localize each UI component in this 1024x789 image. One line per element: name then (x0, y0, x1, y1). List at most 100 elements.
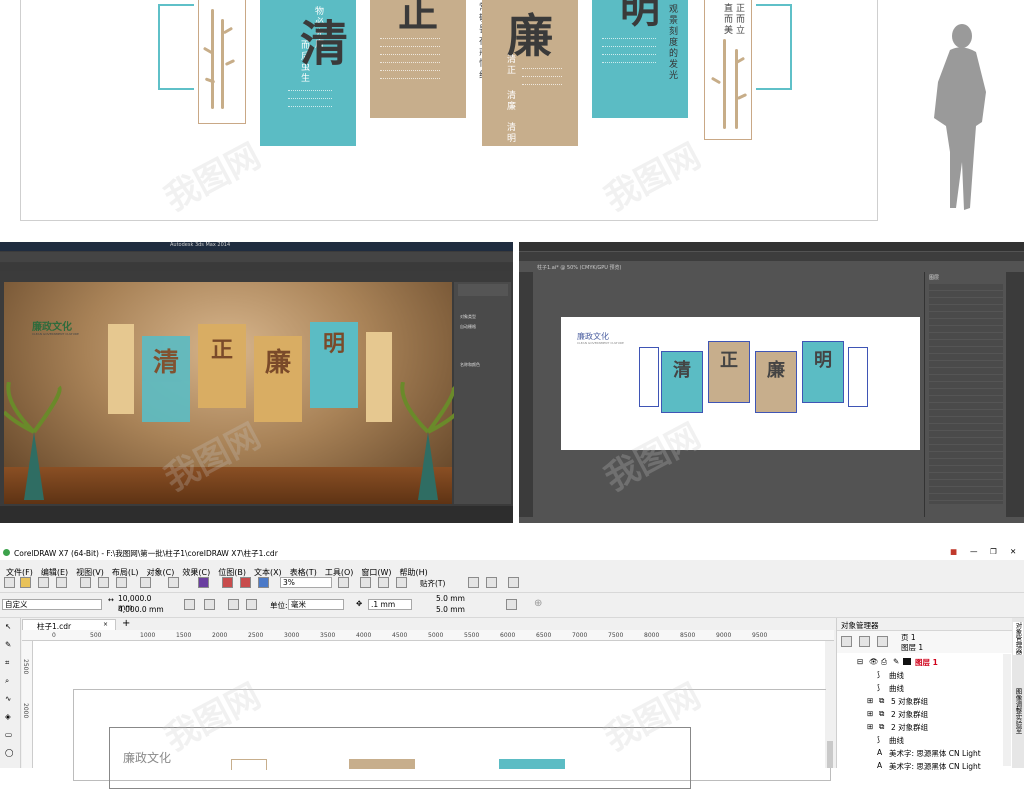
tree-item[interactable]: 2 对象群组 (891, 722, 928, 733)
char-qing: 清 (673, 360, 691, 381)
close-icon[interactable]: ✕ (1010, 547, 1016, 556)
new-tab-icon[interactable]: + (122, 618, 130, 629)
char-zheng: 正 (210, 337, 233, 363)
page-height-field[interactable]: 4,000.0 mm (116, 605, 164, 616)
print-icon[interactable] (56, 577, 67, 588)
search-content-icon[interactable] (198, 577, 209, 588)
redo-icon[interactable] (168, 577, 179, 588)
panel-menu-item[interactable]: 对象类型 (460, 314, 476, 320)
side-tab-object-manager[interactable]: 对象管理器 (1013, 622, 1023, 655)
smart-fill-icon[interactable]: ◈ (5, 712, 11, 721)
portrait-icon[interactable] (184, 599, 195, 610)
rectangle-tool-icon[interactable]: ▭ (5, 730, 12, 739)
treat-as-filled-icon[interactable] (506, 599, 517, 610)
current-page-icon[interactable] (246, 599, 257, 610)
tree-item[interactable]: 美术字: 思源黑体 CN Light (889, 748, 981, 759)
tree-expand-icon[interactable]: ⊞ (867, 709, 873, 718)
side-tab-image-adjust[interactable]: 图像调整实验室 (1013, 688, 1023, 734)
paste-icon[interactable] (116, 577, 127, 588)
rulers-icon[interactable] (360, 577, 371, 588)
snap-to-dropdown[interactable]: 贴齐(T) (420, 578, 445, 589)
duplicate-x-field[interactable]: 5.0 mm (434, 594, 490, 605)
freehand-tool-icon[interactable]: ∿ (5, 694, 11, 703)
docker-title: 对象管理器 (841, 621, 879, 630)
tree-item[interactable]: 曲线 (889, 683, 904, 694)
tree-item[interactable]: 5 对象群组 (891, 696, 928, 707)
layer-manager-icon[interactable] (877, 636, 888, 647)
options-icon[interactable] (468, 577, 479, 588)
canvas-scrollbar[interactable] (826, 641, 834, 768)
panel-menu-item[interactable]: 名称和颜色 (460, 362, 480, 368)
zoom-level-field[interactable]: 3% (280, 577, 332, 588)
corel-titlebar: CorelDRAW X7 (64-Bit) - F:\我图网\第一批\柱子1\c… (0, 546, 1024, 560)
restore-icon[interactable]: ❐ (990, 547, 997, 556)
export-icon[interactable] (240, 577, 251, 588)
panel-qing: 清 (661, 351, 703, 413)
user-icon[interactable]: ■ (950, 547, 957, 556)
undo-icon[interactable] (140, 577, 151, 588)
edit-toggle-icon[interactable]: ✎ (893, 657, 899, 666)
tree-item[interactable]: 曲线 (889, 670, 904, 681)
import-icon[interactable] (222, 577, 233, 588)
zoom-tool-icon[interactable]: ⌕ (5, 676, 9, 686)
curve-icon: ⟆ (877, 683, 880, 692)
layer-properties-icon[interactable] (841, 636, 852, 647)
open-icon[interactable] (20, 577, 31, 588)
corel-standard-toolbar: 3% 贴齐(T) (0, 574, 1024, 593)
artistic-text-icon: A (877, 748, 883, 757)
pick-tool-icon[interactable]: ↖ (5, 622, 11, 631)
panel-tabs[interactable] (458, 284, 508, 296)
active-layer-label[interactable]: 图层 1 (915, 657, 938, 668)
nudge-distance-field[interactable]: .1 mm (368, 599, 412, 610)
tree-expand-icon[interactable]: ⊞ (867, 722, 873, 731)
ruler-tick: 2000 (22, 703, 29, 719)
print-toggle-icon[interactable]: ⎙ (881, 657, 887, 667)
page-width-field[interactable]: 10,000.0 mm (116, 594, 164, 612)
page-size-select[interactable]: 自定义 (2, 599, 102, 610)
tree-item[interactable]: 曲线 (889, 735, 904, 746)
visibility-eye-icon[interactable]: 👁 (869, 657, 879, 666)
ai-layer-list[interactable] (929, 284, 1003, 504)
grid-icon[interactable] (378, 577, 389, 588)
full-screen-icon[interactable] (338, 577, 349, 588)
ai-toolbar[interactable] (519, 272, 533, 517)
panel-menu-item[interactable]: 自动栅格 (460, 324, 476, 330)
ruler-tick: 2500 (248, 632, 264, 639)
minimize-icon[interactable]: — (970, 547, 978, 556)
units-select[interactable]: 毫米 (288, 599, 344, 610)
all-pages-icon[interactable] (228, 599, 239, 610)
tree-expand-icon[interactable]: ⊟ (857, 657, 863, 666)
docker-scrollbar[interactable] (1003, 654, 1011, 766)
crop-tool-icon[interactable]: ⌗ (5, 658, 9, 668)
rail-line (756, 88, 792, 90)
tree-item[interactable]: 美术字: 思源黑体 CN Light (889, 761, 981, 772)
ai-artboard[interactable]: 廉政文化 CLEAN GOVERNMENT CULTURE 清 正 廉 明 (561, 317, 920, 450)
app-launcher-icon[interactable] (486, 577, 497, 588)
ai-layers-panel: 图层 (924, 272, 1007, 517)
ruler-tick: 6500 (536, 632, 552, 639)
publish-pdf-icon[interactable] (258, 577, 269, 588)
save-icon[interactable] (38, 577, 49, 588)
new-icon[interactable] (4, 577, 15, 588)
max3d-viewport[interactable]: 廉政文化 CLEAN GOVERNMENT CULTURE 清 正 廉 明 (4, 282, 458, 504)
design-frame (109, 727, 691, 789)
ai-doc-tab[interactable]: 柱子1.ai* @ 50% (CMYK/GPU 预览) (537, 264, 621, 271)
corel-app-icon (3, 549, 10, 556)
quick-customize-icon[interactable] (508, 577, 519, 588)
tree-item[interactable]: 2 对象群组 (891, 709, 928, 720)
landscape-icon[interactable] (204, 599, 215, 610)
guidelines-icon[interactable] (396, 577, 407, 588)
doc-tab-close-icon[interactable]: × (103, 621, 108, 628)
cut-icon[interactable] (80, 577, 91, 588)
add-icon[interactable]: ⊕ (534, 598, 542, 609)
corel-canvas[interactable]: 廉政文化 (33, 641, 831, 789)
sign-text: 廉政文化 (32, 322, 72, 333)
copy-icon[interactable] (98, 577, 109, 588)
tree-expand-icon[interactable]: ⊞ (867, 696, 873, 705)
shape-tool-icon[interactable]: ✎ (5, 640, 11, 649)
panel-lian: 廉 (254, 336, 302, 422)
ellipse-tool-icon[interactable]: ◯ (5, 748, 13, 757)
char-lian: 廉 (507, 9, 553, 63)
duplicate-y-field[interactable]: 5.0 mm (434, 605, 490, 616)
new-layer-icon[interactable] (859, 636, 870, 647)
